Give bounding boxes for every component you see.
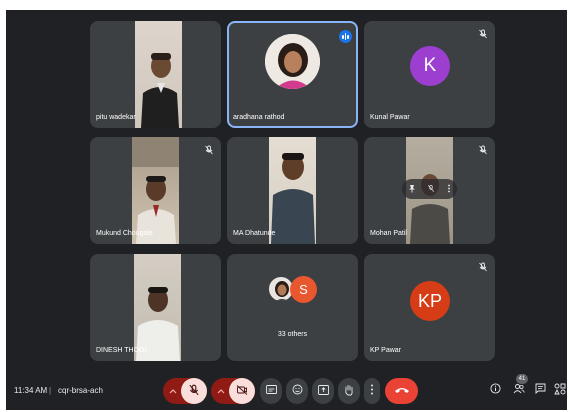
avatar-initials: KP [417,291,442,311]
person-photo-figure [265,34,320,89]
raise-hand-button[interactable] [338,378,360,404]
participant-name: KP Pawar [370,347,401,354]
person-video-figure [271,153,315,244]
person-video-figure [132,137,179,244]
chat-icon [535,383,546,397]
avatar-initial: S [299,282,308,297]
others-count-label: 33 others [277,331,308,338]
present-screen-icon [317,384,329,398]
activities-button[interactable] [553,383,567,397]
more-options-icon [370,384,374,398]
end-call-icon [394,386,410,397]
meeting-time: 11:34 AM [14,386,48,395]
participant-tile-mohan-patil[interactable]: Mohan Patil [364,137,495,244]
participant-tile-kp-pawar[interactable]: KP KP Pawar [364,254,495,361]
camera-off-icon [236,384,248,399]
reactions-button[interactable] [286,378,308,404]
participant-tile-dinesh-thool[interactable]: DINESH THOOL [90,254,221,361]
avatar: K [410,46,450,86]
mic-off-icon[interactable] [427,184,435,195]
info-icon [489,383,501,397]
mic-off-icon [204,145,214,155]
tile-hover-controls [402,179,457,199]
mic-off-icon [478,29,488,39]
captions-icon [265,385,277,397]
participant-photo [265,34,320,89]
chat-button[interactable] [533,383,547,397]
participant-name: aradhana rathod [233,114,285,121]
participant-tile-others[interactable]: S 33 others [227,254,358,361]
bottom-control-bar: 11:34 AM | cqr-brsa-ach 41 [6,372,567,410]
people-button[interactable] [512,383,526,397]
participant-tile-mukund-chougale[interactable]: Mukund Chougale [90,137,221,244]
participant-tile-pitu-wadekar[interactable]: pitu wadekar [90,21,221,128]
mic-off-icon [478,262,488,272]
audio-settings-chevron-up-icon[interactable] [169,386,177,397]
person-video-figure [136,287,180,361]
avatar: KP [410,281,450,321]
meeting-info-separator: | [49,386,52,395]
participant-tile-ma-dhatunde[interactable]: MA Dhatunde [227,137,358,244]
participant-name: Mukund Chougale [96,230,153,237]
meeting-details-button[interactable] [488,383,502,397]
participant-name: Kunal Pawar [370,114,410,121]
avatar-initial: K [423,55,437,76]
participant-name: MA Dhatunde [233,230,276,237]
meeting-code: cqr-brsa-ach [58,386,103,395]
people-icon [513,384,525,397]
camera-toggle-button[interactable] [229,378,255,404]
mic-off-icon [188,384,200,399]
video-settings-chevron-up-icon[interactable] [217,386,225,397]
meet-window: pitu wadekar aradhana rathod K Kunal Paw… [6,10,567,410]
participant-tile-kunal-pawar[interactable]: K Kunal Pawar [364,21,495,128]
person-video-figure [141,53,179,128]
raise-hand-icon [344,384,354,399]
participant-name: DINESH THOOL [96,347,149,354]
participant-video [135,21,182,128]
present-screen-button[interactable] [312,378,334,404]
audio-level-icon [339,30,352,43]
emoji-icon [292,384,303,398]
participant-video [132,137,179,244]
participant-name: pitu wadekar [96,114,136,121]
participant-video [269,137,316,244]
more-options-icon[interactable] [447,184,451,195]
more-options-button[interactable] [364,378,380,404]
captions-button[interactable] [260,378,282,404]
participant-video [134,254,181,361]
activities-icon [554,383,566,398]
pin-icon[interactable] [408,184,416,195]
mic-off-icon [478,145,488,155]
avatar: S [290,276,317,303]
participant-name: Mohan Patil [370,230,407,237]
leave-call-button[interactable] [385,378,418,404]
mic-toggle-button[interactable] [181,378,207,404]
participant-tile-aradhana-rathod[interactable]: aradhana rathod [227,21,358,128]
